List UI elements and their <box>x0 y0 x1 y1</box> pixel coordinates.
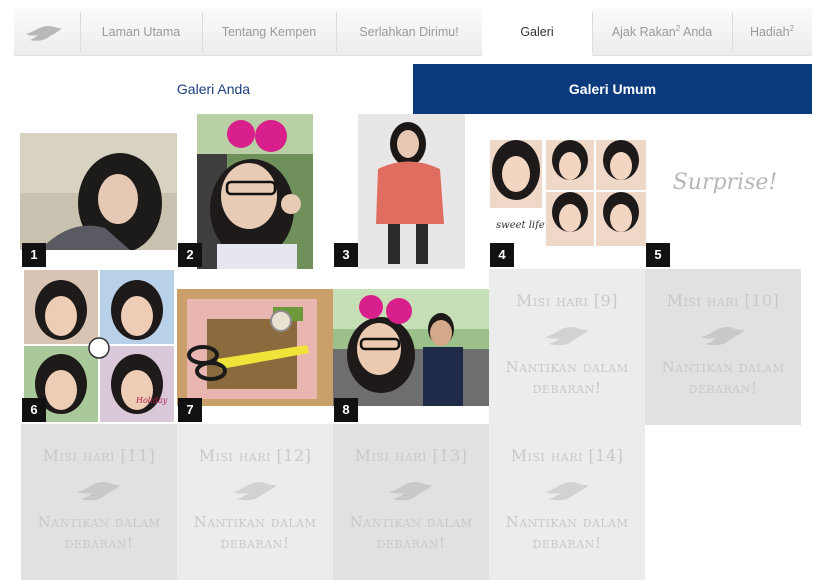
gallery-photo-6[interactable]: Holiday <box>24 270 174 422</box>
dove-icon <box>389 482 433 501</box>
photo-number-badge: 3 <box>334 243 358 267</box>
gallery-photo-5-caption[interactable]: Surprise! <box>660 170 790 195</box>
pending-mission-tile-14: Misi hari [14] Nantikan dalam debaran! <box>489 424 645 580</box>
photo-number-badge: 4 <box>490 243 514 267</box>
mission-subtitle: Nantikan dalam debaran! <box>505 358 629 397</box>
photo-number-badge: 2 <box>178 243 202 267</box>
nav-item-gallery[interactable]: Galeri <box>482 8 592 56</box>
mission-title: Misi hari [9] <box>515 291 619 310</box>
dove-icon <box>545 327 589 346</box>
nav-item-express[interactable]: Serlahkan Dirimu! <box>336 8 482 56</box>
photo-3-image <box>358 114 465 269</box>
gallery-photo-7[interactable] <box>177 289 333 406</box>
pending-mission-tile-13: Misi hari [13] Nantikan dalam debaran! <box>333 424 489 580</box>
mission-subtitle: Nantikan dalam debaran! <box>349 513 473 552</box>
top-navigation: Laman Utama Tentang Kempen Serlahkan Dir… <box>14 8 812 56</box>
dove-icon <box>701 327 745 346</box>
gallery-photo-2[interactable] <box>197 114 313 269</box>
photo-number-badge: 6 <box>22 398 46 422</box>
mission-title: Misi hari [12] <box>198 446 312 465</box>
pending-mission-tile-9: Misi hari [9] Nantikan dalam debaran! <box>489 269 645 425</box>
dove-icon[interactable] <box>24 20 64 46</box>
mission-subtitle: Nantikan dalam debaran! <box>193 513 317 552</box>
photo-8-image <box>333 289 489 406</box>
photo-number-badge: 7 <box>178 398 202 422</box>
mission-title: Misi hari [13] <box>354 446 468 465</box>
nav-item-invite[interactable]: Ajak Rakan2 Anda <box>592 8 732 56</box>
tab-galeri-umum[interactable]: Galeri Umum <box>413 64 812 114</box>
dove-icon <box>77 482 121 501</box>
gallery-photo-3[interactable] <box>358 114 465 269</box>
mission-title: Misi hari [14] <box>510 446 624 465</box>
photo-1-image <box>20 133 177 250</box>
mission-subtitle: Nantikan dalam debaran! <box>661 358 785 397</box>
pending-mission-tile-10: Misi hari [10] Nantikan dalam debaran! <box>645 269 801 425</box>
nav-item-about[interactable]: Tentang Kempen <box>202 8 336 56</box>
pending-mission-tile-12: Misi hari [12] Nantikan dalam debaran! <box>177 424 333 580</box>
gallery-photo-8[interactable] <box>333 289 489 406</box>
nav-item-home[interactable]: Laman Utama <box>80 8 202 56</box>
mission-subtitle: Nantikan dalam debaran! <box>37 513 161 552</box>
tab-galeri-anda[interactable]: Galeri Anda <box>14 64 413 114</box>
photo-number-badge: 5 <box>646 243 670 267</box>
mission-title: Misi hari [10] <box>666 291 780 310</box>
gallery-photo-1[interactable] <box>20 133 177 250</box>
dove-icon <box>233 482 277 501</box>
photo-7-image <box>177 289 333 406</box>
photo-number-badge: 1 <box>22 243 46 267</box>
mission-subtitle: Nantikan dalam debaran! <box>505 513 629 552</box>
photo-number-badge: 8 <box>334 398 358 422</box>
nav-item-prizes[interactable]: Hadiah2 <box>732 8 812 56</box>
photo-2-image <box>197 114 313 269</box>
photo-caption: sweet life <box>496 220 545 231</box>
mission-title: Misi hari [11] <box>42 446 156 465</box>
gallery-photo-4[interactable]: sweet life <box>490 140 646 246</box>
photo-caption: Holiday <box>136 396 168 405</box>
dove-icon <box>545 482 589 501</box>
pending-mission-tile-11: Misi hari [11] Nantikan dalam debaran! <box>21 424 177 580</box>
